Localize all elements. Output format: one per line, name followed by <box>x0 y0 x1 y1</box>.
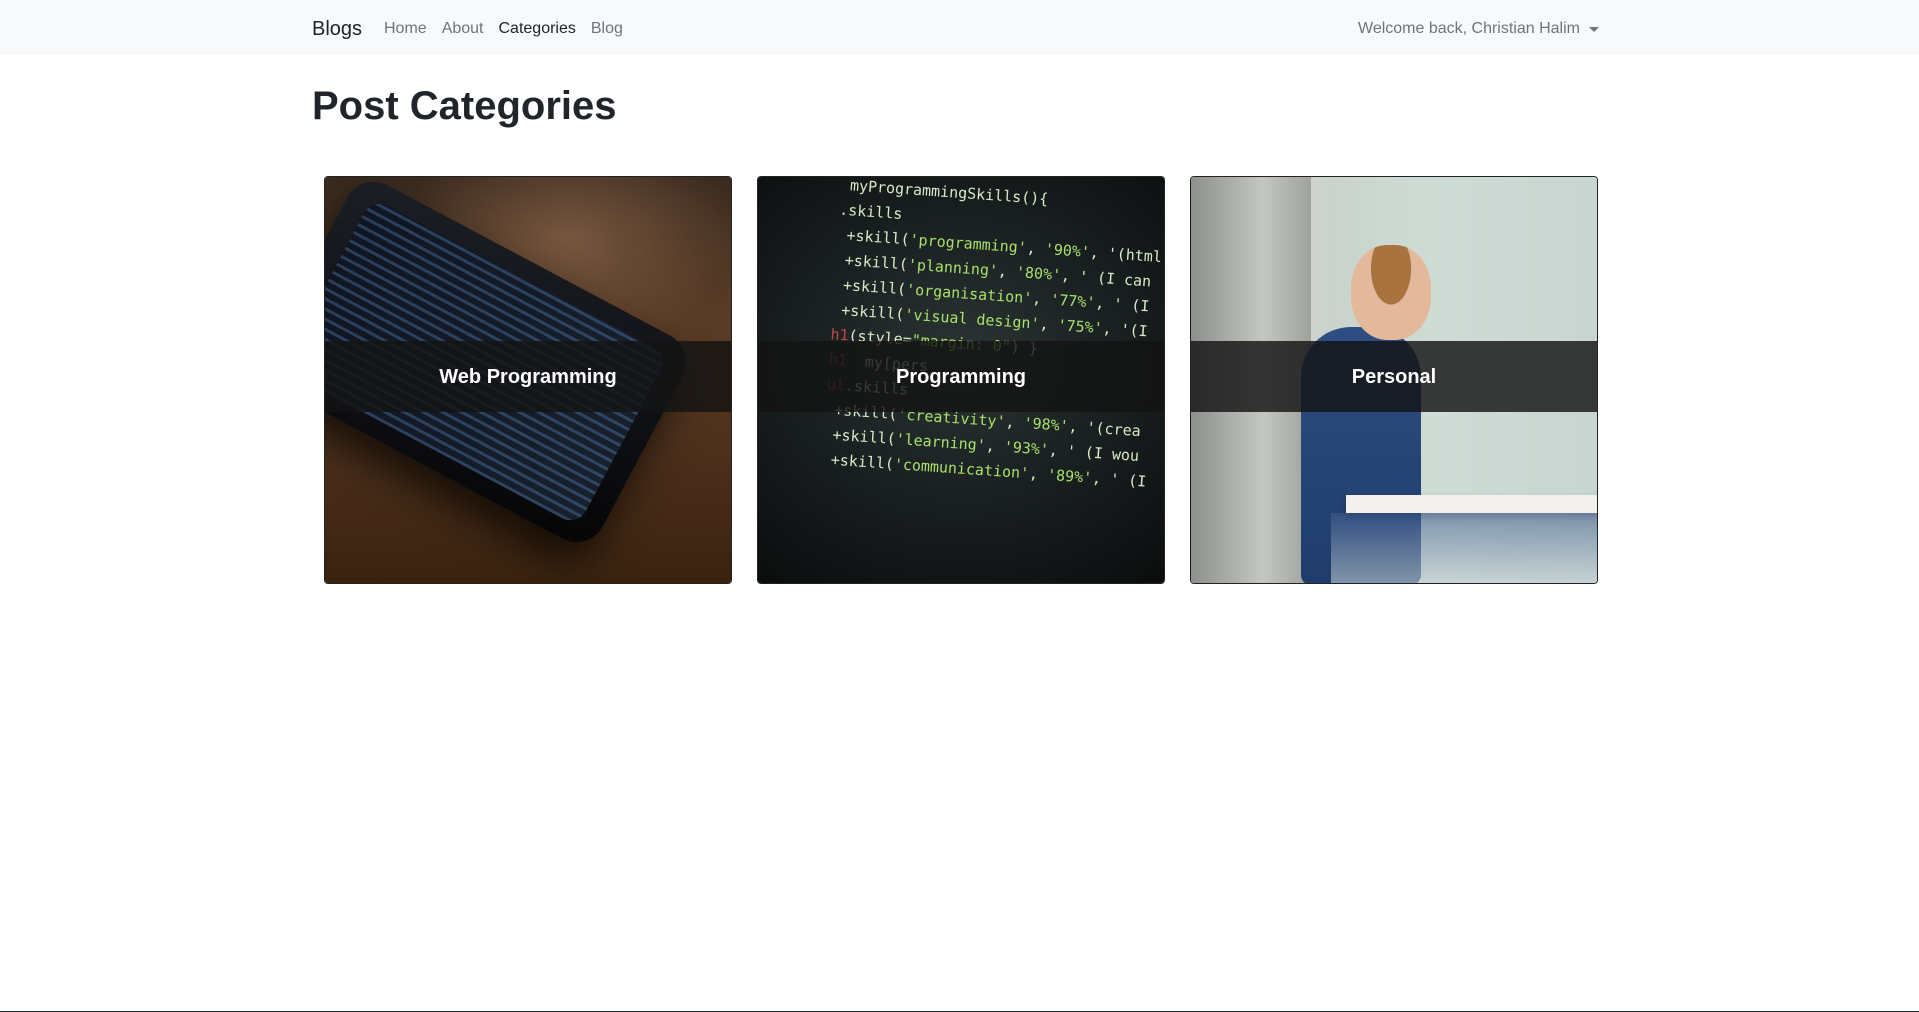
category-card-personal[interactable]: Personal <box>1190 176 1598 584</box>
nav-link-home[interactable]: Home <box>384 19 427 39</box>
navbar: Blogs Home About Categories Blog Welcome… <box>0 0 1919 55</box>
page-title: Post Categories <box>312 84 617 128</box>
nav-link-about[interactable]: About <box>442 19 484 39</box>
nav-links: Home About Categories Blog <box>384 19 638 39</box>
brand-link[interactable]: Blogs <box>312 17 362 41</box>
user-greeting: Welcome back, Christian Halim <box>1358 20 1580 37</box>
category-name: Personal <box>1351 365 1437 388</box>
user-dropdown[interactable]: Welcome back, Christian Halim <box>1358 19 1599 39</box>
card-caption: Programming <box>758 341 1164 412</box>
category-cards: Web Programming myProgrammingSkills(){ .… <box>324 176 1598 584</box>
category-card-web-programming[interactable]: Web Programming <box>324 176 732 584</box>
nav-link-blog[interactable]: Blog <box>591 19 623 39</box>
category-name: Web Programming <box>439 365 617 388</box>
card-caption: Web Programming <box>325 341 731 412</box>
card-caption: Personal <box>1191 341 1597 412</box>
caret-down-icon <box>1589 26 1599 32</box>
category-card-programming[interactable]: myProgrammingSkills(){ .skills +skill('p… <box>757 176 1165 584</box>
category-name: Programming <box>895 365 1027 388</box>
nav-link-categories[interactable]: Categories <box>499 19 576 39</box>
